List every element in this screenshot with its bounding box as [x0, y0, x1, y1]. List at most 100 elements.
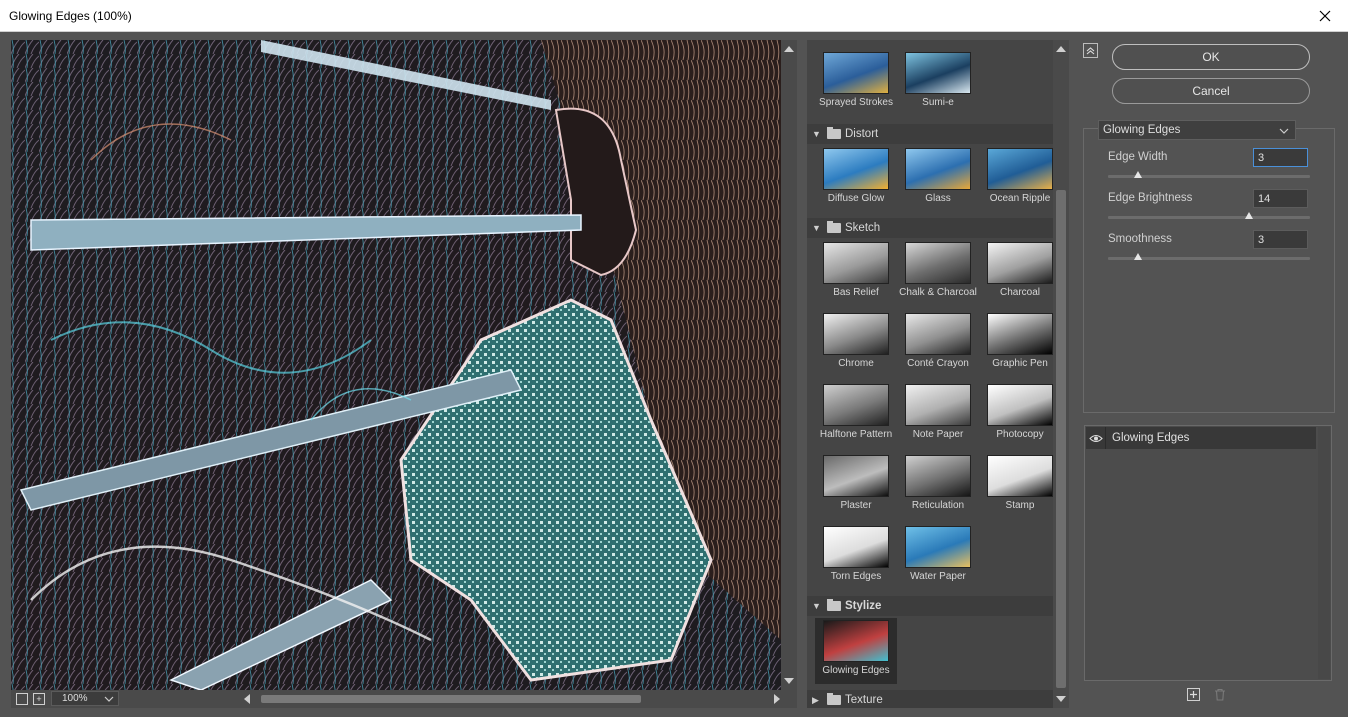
- visibility-toggle[interactable]: [1086, 427, 1106, 449]
- edge-width-label: Edge Width: [1108, 151, 1168, 163]
- filter-thumb-stamp[interactable]: Stamp: [979, 453, 1053, 519]
- preview-vertical-scrollbar[interactable]: [781, 40, 797, 690]
- chevron-down-icon: [1279, 128, 1289, 134]
- smoothness-input[interactable]: 3: [1253, 230, 1308, 249]
- scroll-up-arrow-icon[interactable]: [1053, 42, 1069, 56]
- zoom-out-button[interactable]: [16, 693, 28, 705]
- filter-thumb-cont-crayon[interactable]: Conté Crayon: [897, 311, 979, 377]
- smoothness-slider-thumb[interactable]: [1134, 253, 1142, 260]
- edge-width-input[interactable]: 3: [1253, 148, 1308, 167]
- category-distort[interactable]: ▼ Distort: [807, 124, 1053, 144]
- title-bar: Glowing Edges (100%): [0, 0, 1348, 32]
- effect-layer-row[interactable]: Glowing Edges: [1086, 427, 1316, 449]
- trash-icon: [1215, 688, 1225, 701]
- layers-scrollbar[interactable]: [1318, 427, 1330, 679]
- filter-thumbnail-image: [987, 148, 1053, 190]
- filter-thumbnail-image: [987, 313, 1053, 355]
- scroll-left-arrow-icon[interactable]: [241, 692, 253, 706]
- filter-thumb-halftone-pattern[interactable]: Halftone Pattern: [815, 382, 897, 448]
- effect-layers-panel: [1084, 425, 1332, 681]
- preview-status-bar: + 100%: [11, 690, 797, 708]
- zoom-value: 100%: [62, 693, 88, 704]
- filter-thumb-ocean-ripple[interactable]: Ocean Ripple: [979, 146, 1053, 212]
- filter-thumbnail-image: [823, 52, 889, 94]
- category-stylize[interactable]: ▼ Stylize: [807, 596, 1053, 616]
- filter-thumb-label: Charcoal: [999, 287, 1041, 298]
- filter-thumb-label: Glowing Edges: [822, 665, 890, 676]
- close-icon: [1319, 10, 1331, 22]
- edge-brightness-slider[interactable]: [1108, 216, 1310, 219]
- preview-canvas[interactable]: [11, 40, 781, 690]
- filter-settings-panel: [1083, 128, 1335, 413]
- filter-thumb-torn-edges[interactable]: Torn Edges: [815, 524, 897, 590]
- filter-thumb-bas-relief[interactable]: Bas Relief: [815, 240, 897, 306]
- filter-thumb-label: Glass: [925, 193, 951, 204]
- edge-brightness-label: Edge Brightness: [1108, 192, 1193, 204]
- filter-thumbnail-image: [823, 526, 889, 568]
- smoothness-label: Smoothness: [1108, 233, 1172, 245]
- filter-thumb-charcoal[interactable]: Charcoal: [979, 240, 1053, 306]
- filter-thumb-label: Chalk & Charcoal: [899, 287, 977, 298]
- filter-thumb-glowing-edges[interactable]: Glowing Edges: [815, 618, 897, 684]
- collapse-gallery-button[interactable]: [1083, 43, 1098, 58]
- category-sketch[interactable]: ▼ Sketch: [807, 218, 1053, 238]
- expand-arrow-down-icon: ▼: [812, 129, 821, 139]
- filter-thumb-photocopy[interactable]: Photocopy: [979, 382, 1053, 448]
- category-name: Distort: [845, 128, 879, 140]
- filter-thumb-label: Diffuse Glow: [827, 193, 885, 204]
- filter-thumb-chalk-charcoal[interactable]: Chalk & Charcoal: [897, 240, 979, 306]
- filter-thumb-chrome[interactable]: Chrome: [815, 311, 897, 377]
- zoom-in-button[interactable]: +: [33, 693, 45, 705]
- filter-thumbnail-image: [905, 455, 971, 497]
- scroll-down-arrow-icon[interactable]: [1053, 692, 1069, 706]
- filter-thumb-reticulation[interactable]: Reticulation: [897, 453, 979, 519]
- filter-thumb-label: Sprayed Strokes: [819, 97, 893, 108]
- gallery-scrollbar[interactable]: [1053, 40, 1069, 708]
- edge-brightness-slider-thumb[interactable]: [1245, 212, 1253, 219]
- gallery-scroll-thumb[interactable]: [1056, 190, 1066, 688]
- preview-horizontal-scrollbar[interactable]: [241, 692, 797, 706]
- filter-thumb-label: Graphic Pen: [992, 358, 1048, 369]
- filter-thumbnail-image: [823, 148, 889, 190]
- filter-thumb-label: Sumi-e: [922, 97, 954, 108]
- edge-width-slider-thumb[interactable]: [1134, 171, 1142, 178]
- filter-thumbnail-image: [905, 526, 971, 568]
- cancel-button[interactable]: Cancel: [1112, 78, 1310, 104]
- folder-icon: [827, 693, 841, 705]
- filter-select[interactable]: Glowing Edges: [1098, 120, 1296, 140]
- filter-thumb-label: Water Paper: [910, 571, 966, 582]
- filter-thumbnail-image: [823, 620, 889, 662]
- filter-thumb-label: Ocean Ripple: [989, 193, 1051, 204]
- filter-thumbnail-image: [987, 384, 1053, 426]
- filter-thumbnail-image: [905, 313, 971, 355]
- filter-thumbnail-image: [823, 455, 889, 497]
- filter-thumbnail-image: [987, 455, 1053, 497]
- ok-button[interactable]: OK: [1112, 44, 1310, 70]
- scroll-up-arrow-icon[interactable]: [781, 42, 797, 56]
- filter-thumb-plaster[interactable]: Plaster: [815, 453, 897, 519]
- new-effect-layer-button[interactable]: [1187, 688, 1200, 701]
- filter-thumb-sprayed-strokes[interactable]: Sprayed Strokes: [815, 50, 897, 116]
- filter-thumb-graphic-pen[interactable]: Graphic Pen: [979, 311, 1053, 377]
- folder-icon: [827, 221, 841, 233]
- filter-thumb-diffuse-glow[interactable]: Diffuse Glow: [815, 146, 897, 212]
- filter-thumb-glass[interactable]: Glass: [897, 146, 979, 212]
- filter-thumb-label: Halftone Pattern: [819, 429, 893, 440]
- filter-thumb-water-paper[interactable]: Water Paper: [897, 524, 979, 590]
- expand-arrow-right-icon: ▶: [812, 694, 819, 705]
- scroll-right-arrow-icon[interactable]: [771, 692, 783, 706]
- category-name: Stylize: [845, 600, 882, 612]
- edge-brightness-input[interactable]: 14: [1253, 189, 1308, 208]
- filter-gallery: Sprayed Strokes Sumi-e ▼ Distort Diffuse Glo…: [807, 40, 1053, 708]
- collapse-icon: [1086, 47, 1095, 55]
- zoom-select[interactable]: 100%: [51, 691, 119, 706]
- scroll-down-arrow-icon[interactable]: [781, 674, 797, 688]
- filter-thumb-note-paper[interactable]: Note Paper: [897, 382, 979, 448]
- horizontal-scroll-thumb[interactable]: [261, 695, 641, 703]
- filter-thumb-sumi-e[interactable]: Sumi-e: [897, 50, 979, 116]
- delete-effect-layer-button[interactable]: [1214, 688, 1226, 701]
- folder-icon: [827, 599, 841, 611]
- category-texture[interactable]: ▶ Texture: [807, 690, 1053, 708]
- close-button[interactable]: [1302, 0, 1348, 32]
- category-name: Texture: [845, 694, 883, 706]
